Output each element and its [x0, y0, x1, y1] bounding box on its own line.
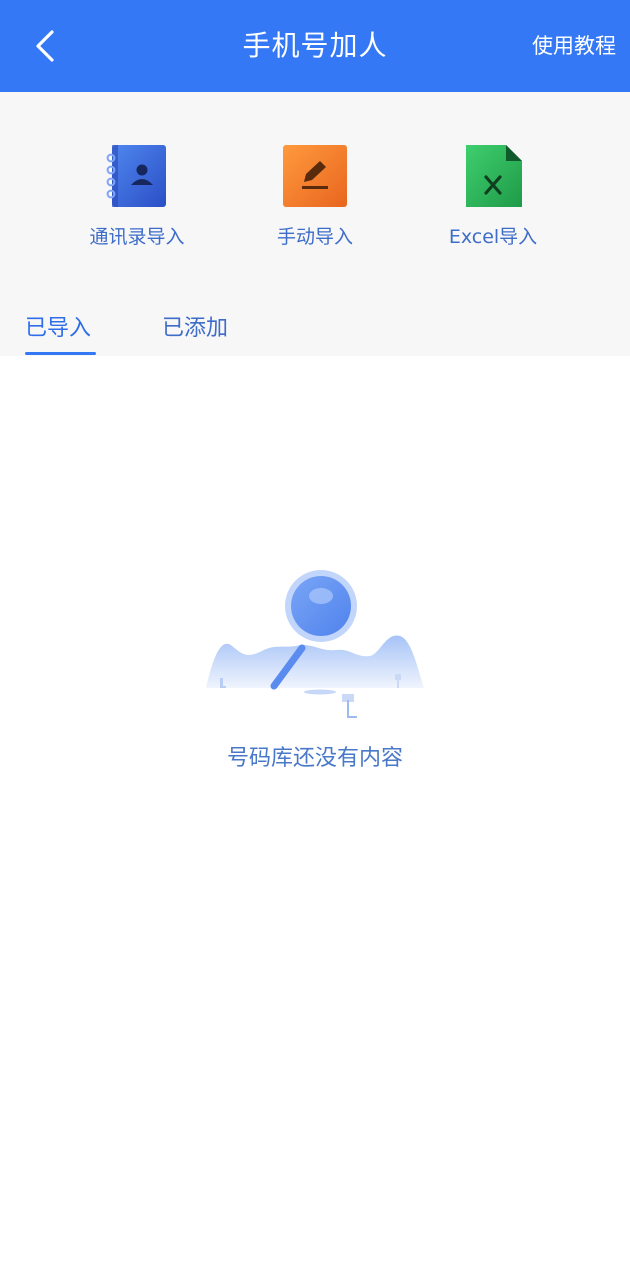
contacts-book-icon	[104, 144, 170, 210]
import-contacts-button[interactable]: 通讯录导入	[47, 144, 227, 249]
empty-search-illustration	[200, 566, 430, 726]
tab-added[interactable]: 已添加	[162, 310, 228, 342]
tutorial-link[interactable]: 使用教程	[532, 0, 616, 92]
import-excel-label: Excel导入	[448, 226, 538, 248]
import-manual-button[interactable]: 手动导入	[225, 144, 405, 249]
app-screen: 手机号加人 使用教程 通讯录导入 手动导入 Excel导入 已导入 已添加 号码…	[0, 0, 630, 1280]
active-tab-indicator	[25, 352, 96, 355]
import-excel-button[interactable]: Excel导入	[403, 144, 583, 249]
tab-imported[interactable]: 已导入	[25, 310, 91, 342]
tab-bar: 已导入 已添加	[0, 300, 630, 356]
chevron-left-icon	[36, 30, 54, 62]
top-bar: 手机号加人 使用教程	[0, 0, 630, 92]
empty-state-text: 号码库还没有内容	[226, 746, 403, 771]
edit-pen-icon	[282, 144, 348, 210]
import-contacts-label: 通讯录导入	[89, 226, 185, 248]
excel-file-icon	[460, 144, 526, 210]
import-manual-label: 手动导入	[276, 226, 353, 248]
back-button[interactable]	[22, 22, 70, 70]
